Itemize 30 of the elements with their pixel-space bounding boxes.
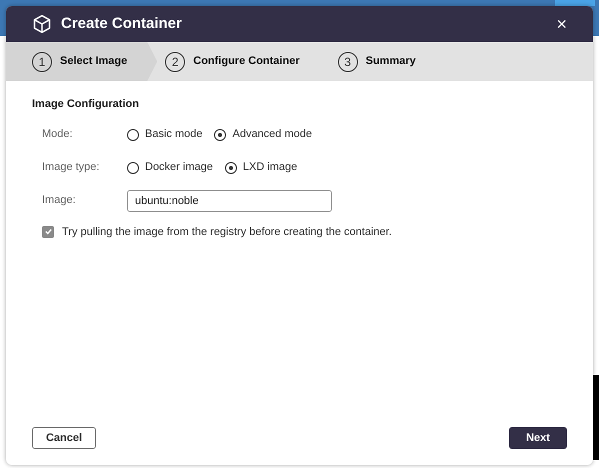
field-label: Mode: — [42, 127, 74, 142]
step-label: Select Image — [60, 54, 128, 70]
step-tab[interactable]: 1 Select Image — [6, 42, 158, 81]
step-label: Configure Container — [193, 54, 300, 70]
close-button[interactable]: × — [556, 15, 567, 33]
radio-button[interactable] — [127, 128, 139, 140]
step-number: 1 — [32, 52, 52, 72]
next-button[interactable]: Next — [509, 427, 567, 449]
step-label: Summary — [366, 54, 416, 70]
radio-button[interactable] — [127, 162, 139, 174]
step-tab[interactable]: 2 Configure Container — [157, 42, 330, 81]
checkbox[interactable] — [42, 226, 54, 238]
radio-button[interactable] — [214, 128, 226, 140]
dialog-title: Create Container — [61, 14, 182, 34]
radio-label: LXD image — [242, 160, 298, 176]
field-label: Image: — [42, 193, 77, 208]
cube-icon — [32, 14, 52, 34]
radio-label: Advanced mode — [232, 127, 312, 142]
field-label: Image type: — [42, 160, 100, 176]
check-icon — [44, 227, 52, 236]
step-tab[interactable]: 3 Summary — [330, 42, 446, 81]
radio-label: Docker image — [145, 160, 213, 176]
checkbox-label: Try pulling the image from the registry before creating the container. — [62, 224, 392, 240]
step-number: 2 — [165, 52, 186, 72]
radio-label: Basic mode — [145, 127, 202, 142]
step-number: 3 — [338, 52, 358, 72]
section-title: Image Configuration — [32, 97, 140, 112]
image-input-field[interactable]: ubuntu:noble — [127, 190, 332, 212]
cancel-button[interactable]: Cancel — [32, 427, 96, 449]
radio-button[interactable] — [224, 162, 237, 174]
